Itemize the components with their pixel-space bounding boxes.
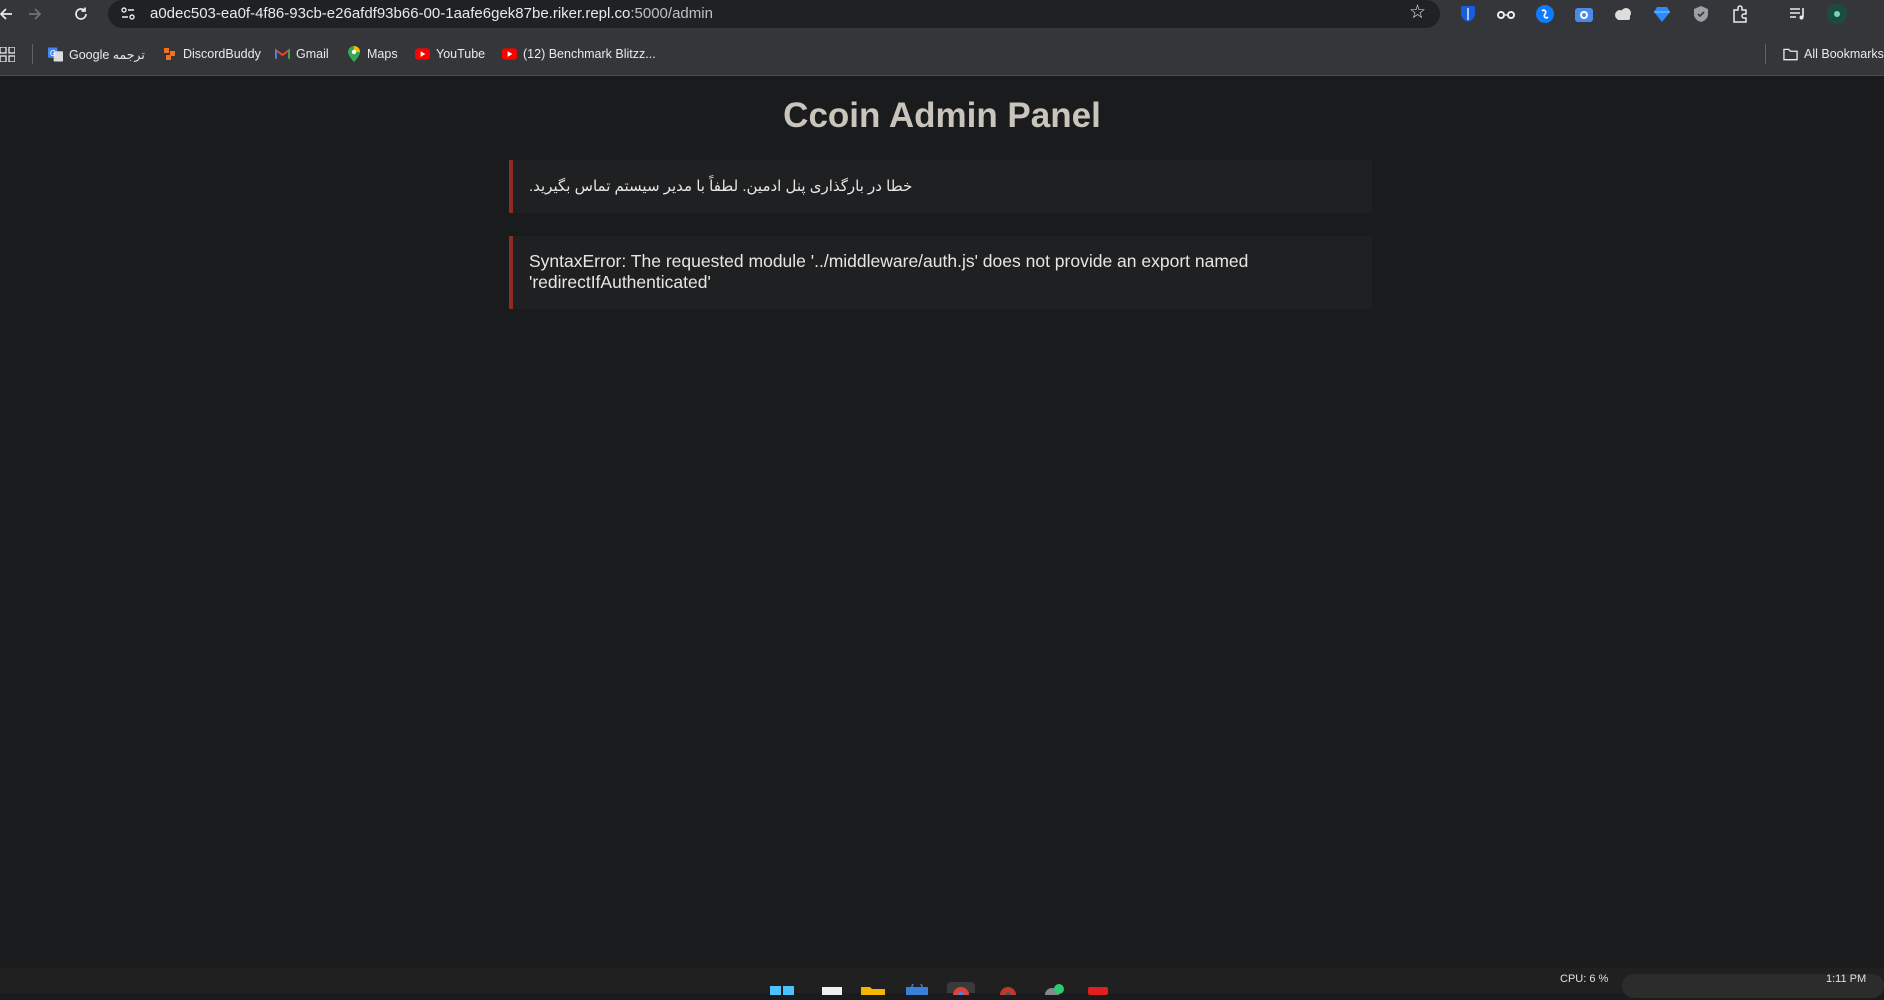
url-path: :5000/admin — [630, 5, 713, 22]
reload-icon — [75, 7, 87, 20]
windows-taskbar: CPU: 6 % 1:11 PM — [0, 968, 1884, 1000]
browser-toolbar: a0dec503-ea0f-4f86-93cb-e26afdf93b66-00-… — [0, 0, 1884, 28]
address-bar[interactable]: a0dec503-ea0f-4f86-93cb-e26afdf93b66-00-… — [108, 0, 1440, 28]
error-alert-persian: خطا در بارگذاری پنل ادمین. لطفاً با مدیر… — [509, 160, 1372, 213]
clock-time[interactable]: 1:11 PM — [1826, 973, 1866, 985]
store-icon[interactable] — [903, 981, 931, 995]
browser-chrome: a0dec503-ea0f-4f86-93cb-e26afdf93b66-00-… — [0, 0, 1884, 76]
folder-icon[interactable] — [859, 982, 887, 995]
app-red-icon[interactable] — [1084, 982, 1112, 995]
camera-icon[interactable] — [1574, 4, 1594, 24]
bookmark-label: DiscordBuddy — [183, 47, 261, 61]
media-icon[interactable] — [1788, 4, 1808, 24]
shield-icon[interactable] — [1691, 4, 1711, 24]
svg-text:G: G — [50, 48, 56, 57]
bookmark-label: Gmail — [296, 47, 329, 61]
page-title: Ccoin Admin Panel — [783, 96, 1101, 135]
bookmark-youtube[interactable]: YouTube — [415, 45, 485, 63]
youtube-icon — [502, 47, 517, 62]
puzzle-cloud-icon[interactable] — [1613, 4, 1633, 24]
bookmark-label: Maps — [367, 47, 398, 61]
back-arrow-icon — [0, 8, 12, 20]
forward-arrow-icon — [29, 8, 42, 20]
bitwarden-icon[interactable] — [1458, 4, 1478, 24]
error-detail-text: SyntaxError: The requested module '../mi… — [529, 251, 1249, 292]
forward-button[interactable] — [23, 2, 47, 26]
bookmarks-divider — [1765, 44, 1766, 64]
discordbuddy-icon — [162, 47, 177, 62]
maps-icon — [346, 46, 361, 62]
youtube-icon — [415, 47, 430, 62]
app-check-icon[interactable] — [1041, 982, 1069, 1000]
bookmark-gmail[interactable]: Gmail — [275, 45, 329, 63]
bookmarks-divider — [32, 44, 33, 64]
apps-grid-button[interactable] — [0, 45, 15, 63]
folder-icon — [1783, 47, 1798, 62]
cpu-usage: CPU: 6 % — [1560, 973, 1609, 985]
extensions-icon[interactable] — [1730, 4, 1750, 24]
error-message-fa: خطا در بارگذاری پنل ادمین. لطفاً با مدیر… — [529, 178, 913, 195]
admin-page: Ccoin Admin Panel خطا در بارگذاری پنل اد… — [0, 76, 1884, 968]
bookmark-label: (12) Benchmark Blitzz... — [523, 47, 656, 61]
bookmark-star-icon[interactable]: ☆ — [1409, 3, 1426, 22]
glasses-icon[interactable] — [1496, 4, 1516, 24]
site-info-icon[interactable] — [120, 6, 136, 22]
chrome-dev-icon[interactable] — [994, 982, 1022, 1000]
bookmarks-bar: G Google ترجمه DiscordBuddy Gmail Maps Y… — [0, 40, 1884, 68]
all-bookmarks-label: All Bookmarks — [1804, 47, 1884, 61]
reload-button[interactable] — [69, 2, 93, 26]
bookmark-maps[interactable]: Maps — [346, 45, 398, 63]
diamond-icon[interactable] — [1652, 4, 1672, 24]
google-translate-icon: G — [48, 46, 63, 62]
bookmark-label: Google ترجمه — [69, 47, 145, 62]
file-icon[interactable] — [818, 982, 846, 995]
start-icon[interactable] — [768, 982, 796, 995]
all-bookmarks-button[interactable]: All Bookmarks — [1783, 45, 1884, 63]
bookmark-discordbuddy[interactable]: DiscordBuddy — [162, 45, 261, 63]
bookmark-label: YouTube — [436, 47, 486, 61]
profile-icon[interactable] — [1827, 4, 1847, 24]
chrome-icon[interactable] — [947, 982, 975, 1000]
error-alert-detail: SyntaxError: The requested module '../mi… — [509, 236, 1372, 309]
url-text[interactable]: a0dec503-ea0f-4f86-93cb-e26afdf93b66-00-… — [150, 5, 713, 22]
gmail-icon — [275, 47, 290, 62]
bookmark-google-translate[interactable]: G Google ترجمه — [48, 45, 145, 63]
apps-grid-icon — [0, 46, 15, 62]
back-button[interactable] — [0, 2, 18, 26]
shazam-icon[interactable] — [1535, 4, 1555, 24]
url-host: a0dec503-ea0f-4f86-93cb-e26afdf93b66-00-… — [150, 5, 631, 22]
bookmark-benchmark-blitz[interactable]: (12) Benchmark Blitzz... — [502, 45, 656, 63]
